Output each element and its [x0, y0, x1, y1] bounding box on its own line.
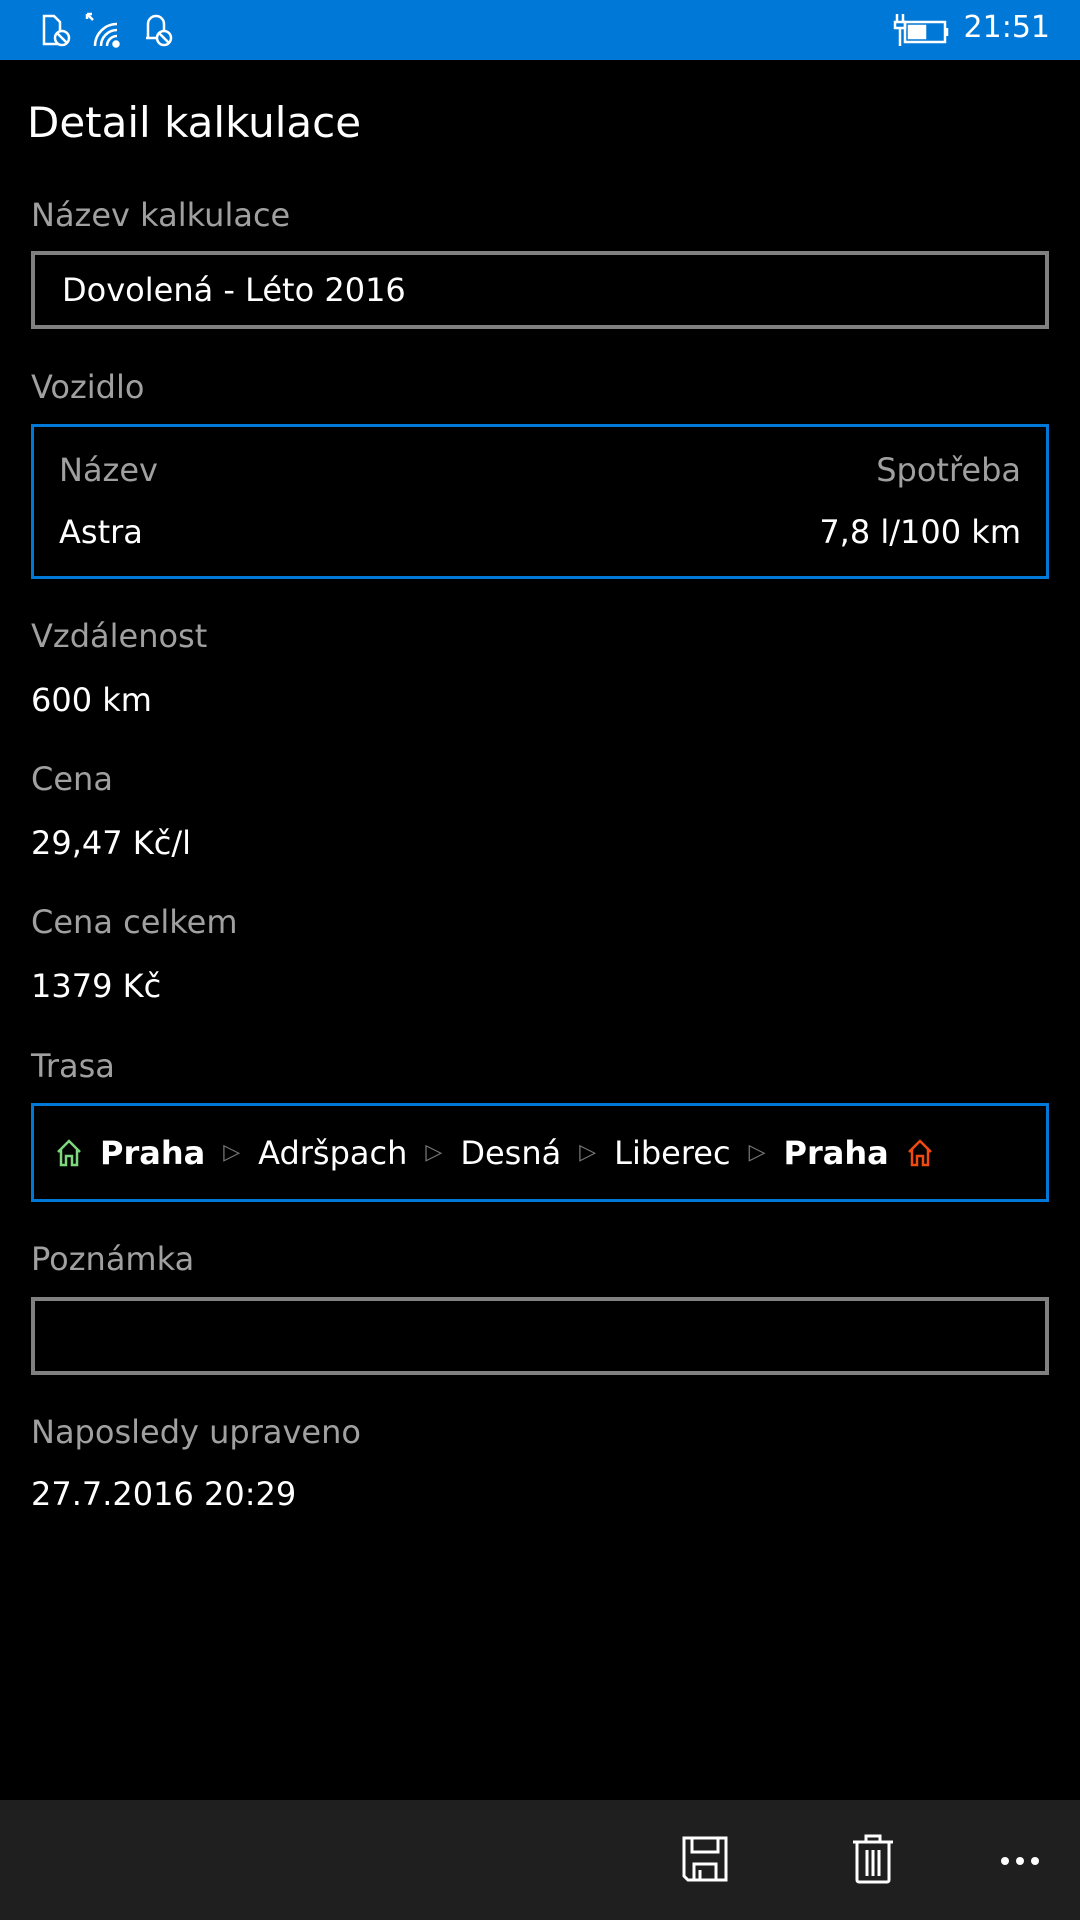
arrow-icon: ▷ [425, 1140, 443, 1165]
arrow-icon: ▷ [223, 1140, 241, 1165]
name-label: Název kalkulace [31, 196, 291, 234]
route-stop: Adršpach [258, 1133, 408, 1172]
notification-blocked-icon [146, 14, 173, 47]
note-input[interactable] [31, 1297, 1049, 1375]
route-label: Trasa [31, 1047, 115, 1085]
modified-value: 27.7.2016 20:29 [31, 1475, 297, 1513]
vehicle-consumption-header: Spotřeba [876, 451, 1021, 489]
arrow-icon: ▷ [579, 1140, 597, 1165]
status-bar: 21:51 [0, 0, 1080, 60]
app-bar [0, 1800, 1080, 1920]
wifi-icon [85, 12, 120, 48]
page-title: Detail kalkulace [27, 98, 362, 147]
vehicle-consumption: 7,8 l/100 km [819, 513, 1021, 551]
route-stop-end: Praha [783, 1133, 889, 1172]
vehicle-name-header: Název [59, 451, 158, 489]
route-box[interactable]: Praha ▷ Adršpach ▷ Desná ▷ Liberec ▷ Pra… [31, 1103, 1049, 1202]
arrow-icon: ▷ [748, 1140, 766, 1165]
vehicle-label: Vozidlo [31, 368, 145, 406]
more-icon[interactable] [1000, 1856, 1042, 1866]
total-label: Cena celkem [31, 903, 238, 941]
battery-charging-icon [893, 14, 949, 46]
total-value: 1379 Kč [31, 967, 162, 1005]
save-icon[interactable] [682, 1836, 728, 1882]
name-input[interactable]: Dovolená - Léto 2016 [31, 251, 1049, 329]
clock: 21:51 [963, 10, 1050, 45]
modified-label: Naposledy upraveno [31, 1413, 361, 1451]
price-label: Cena [31, 760, 113, 798]
route-stop: Liberec [614, 1133, 731, 1172]
route-stop-start: Praha [100, 1133, 206, 1172]
route-stop: Desná [460, 1133, 562, 1172]
distance-label: Vzdálenost [31, 617, 208, 655]
vehicle-name: Astra [59, 513, 143, 551]
vehicle-selector[interactable]: Název Spotřeba Astra 7,8 l/100 km [31, 424, 1049, 579]
distance-value: 600 km [31, 681, 152, 719]
end-home-icon [907, 1138, 932, 1166]
sim-blocked-icon [42, 14, 71, 47]
start-home-icon [57, 1138, 81, 1166]
price-value: 29,47 Kč/l [31, 824, 192, 862]
note-label: Poznámka [31, 1240, 195, 1278]
delete-icon[interactable] [852, 1834, 894, 1884]
